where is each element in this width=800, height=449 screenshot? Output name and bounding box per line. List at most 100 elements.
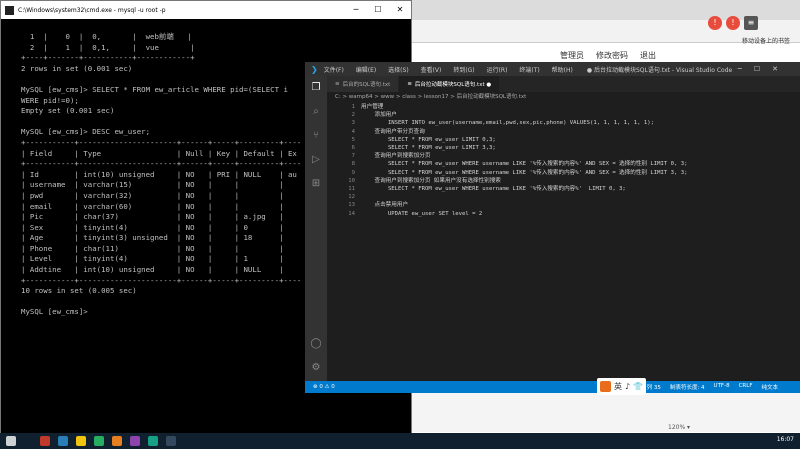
code-line[interactable]: 点击禁用用户 (361, 201, 687, 209)
code-line[interactable]: SELECT * FROM ew_user LIMIT 3,3; (361, 144, 687, 152)
ime-mode[interactable]: 英 (614, 381, 622, 392)
code-line[interactable]: SELECT * FROM ew_user WHERE username LIK… (361, 160, 688, 168)
problems-indicator[interactable]: ⊗ 0 ⚠ 0 (313, 384, 335, 390)
line-number: 13 (348, 202, 355, 209)
tab-sql-file[interactable]: ≡ 后台的SQL语句.txt (327, 76, 400, 92)
terminal-line: 1 | 0 | 0, | web前端 | (21, 32, 192, 41)
menu-icon[interactable]: ≡ (744, 16, 758, 30)
line-number: 10 (348, 177, 355, 184)
window-controls[interactable]: ─☐✕ (738, 65, 790, 73)
run-debug-icon[interactable]: ▷ (310, 154, 322, 166)
terminal-icon (5, 5, 14, 15)
activity-bar: ❐ ⌕ ⑂ ▷ ⊞ ◯ ⚙ (305, 76, 327, 381)
code-line[interactable]: 查询用户带分页查询 (361, 128, 687, 136)
menu-run[interactable]: 运行(R) (487, 67, 508, 74)
line-number: 6 (351, 145, 355, 152)
browser-tab-bar[interactable] (410, 0, 800, 20)
code-line[interactable]: SELECT * FROM ew_user LIMIT 0,3; (361, 136, 687, 144)
cmd-title: C:\Windows\system32\cmd.exe - mysql -u r… (18, 6, 166, 14)
red-circle-icon[interactable]: ! (726, 16, 740, 30)
app-icon[interactable] (112, 436, 122, 446)
indent-setting[interactable]: 制表符长度: 4 (670, 383, 705, 391)
nav-admin[interactable]: 管理员 (560, 50, 584, 61)
ime-toolbar[interactable]: 英 ♪ 👕 (597, 378, 647, 395)
line-number: 14 (348, 210, 355, 217)
code-line[interactable]: SELECT * FROM ew_user WHERE username LIK… (361, 169, 688, 177)
vscode-window: ❯ 文件(F) 编辑(E) 选择(S) 查看(V) 转到(G) 运行(R) 终端… (305, 62, 800, 393)
maximize-icon[interactable]: ☐ (367, 1, 389, 19)
app-icon[interactable] (148, 436, 158, 446)
menu-bar: 文件(F) 编辑(E) 选择(S) 查看(V) 转到(G) 运行(R) 终端(T… (324, 65, 583, 74)
line-number: 1 (351, 104, 355, 110)
bookmark-note: 移动设备上的书签 (742, 38, 791, 45)
app-icon[interactable] (40, 436, 50, 446)
gear-icon[interactable]: ⚙ (310, 362, 322, 374)
language-mode[interactable]: 纯文本 (761, 383, 778, 391)
sogou-logo-icon (600, 381, 611, 392)
line-number: 12 (348, 194, 355, 201)
file-icon: ≡ (407, 81, 412, 87)
line-numbers: 1 2 3 4 5 6 7 8 9 10 11 12 13 14 (327, 103, 355, 218)
window-title: ● 后台拉动截模块SQL语句.txt - Visual Studio Code (586, 66, 733, 74)
line-number: 3 (351, 120, 355, 127)
code-editor[interactable]: 1 2 3 4 5 6 7 8 9 10 11 12 13 14 用户管理 添加用户 INSERT INT… (327, 103, 800, 381)
line-number: 8 (351, 161, 355, 168)
code-line[interactable]: 查询用户到搜索加分页 如果用户没有选择性别搜索 (361, 177, 687, 185)
app-icon[interactable] (94, 436, 104, 446)
system-clock[interactable]: 16:07 (777, 436, 794, 443)
code-line[interactable]: 查询用户到搜索加分页 (361, 152, 687, 160)
browser-bottom-area (410, 392, 800, 432)
nav-logout[interactable]: 退出 (640, 50, 656, 61)
search-icon[interactable]: ⌕ (310, 106, 322, 118)
status-right: 行 14，列 35 制表符长度: 4 UTF-8 CRLF 纯文本 (627, 383, 778, 391)
menu-help[interactable]: 帮助(H) (552, 67, 573, 74)
cmd-title-bar[interactable]: C:\Windows\system32\cmd.exe - mysql -u r… (1, 1, 411, 19)
code-text[interactable]: 用户管理 添加用户 INSERT INTO ew_user(username,e… (361, 103, 687, 218)
app-icon[interactable] (130, 436, 140, 446)
source-control-icon[interactable]: ⑂ (310, 130, 322, 142)
code-line[interactable]: 用户管理 (361, 103, 687, 111)
line-number: 4 (351, 128, 355, 135)
red-circle-icon[interactable]: ! (708, 16, 722, 30)
folder-icon[interactable] (76, 436, 86, 446)
vscode-logo-icon: ❯ (311, 64, 318, 74)
encoding[interactable]: UTF-8 (714, 383, 730, 391)
menu-view[interactable]: 查看(V) (421, 67, 442, 74)
menu-selection[interactable]: 选择(S) (388, 67, 409, 74)
site-nav: 管理员 修改密码 退出 (560, 50, 800, 61)
vscode-title-bar[interactable]: ❯ 文件(F) 编辑(E) 选择(S) 查看(V) 转到(G) 运行(R) 终端… (305, 62, 800, 76)
terminal-line: 2 | 1 | 0,1, | vue | (21, 42, 195, 52)
menu-file[interactable]: 文件(F) (324, 67, 344, 74)
ime-moon-icon[interactable]: ♪ (625, 382, 630, 391)
app-icon[interactable] (58, 436, 68, 446)
line-ending[interactable]: CRLF (739, 383, 753, 391)
close-icon[interactable]: ✕ (389, 1, 411, 19)
status-bar: ⊗ 0 ⚠ 0 行 14，列 35 制表符长度: 4 UTF-8 CRLF 纯文… (305, 381, 800, 393)
ime-skin-icon[interactable]: 👕 (633, 382, 643, 391)
code-line[interactable]: SELECT * FROM ew_user WHERE username LIK… (361, 185, 687, 193)
line-number: 11 (348, 186, 355, 193)
extensions-icon[interactable]: ⊞ (310, 178, 322, 190)
code-line[interactable]: UPDATE ew_user SET level = 2 (361, 210, 687, 218)
menu-edit[interactable]: 编辑(E) (356, 67, 376, 74)
menu-goto[interactable]: 转到(G) (453, 67, 474, 74)
code-line[interactable]: INSERT INTO ew_user(username,email,pwd,s… (361, 119, 687, 127)
minimize-icon[interactable]: ─ (345, 1, 367, 19)
editor-tabs: ≡ 后台的SQL语句.txt ≡ 后台拉动截模块SQL语句.txt ● (327, 76, 800, 92)
zoom-level[interactable]: 120% ▾ (668, 424, 690, 431)
code-line[interactable] (361, 193, 687, 201)
menu-terminal[interactable]: 终端(T) (519, 67, 539, 74)
terminal-app-icon[interactable] (166, 436, 176, 446)
account-icon[interactable]: ◯ (310, 338, 322, 350)
line-number: 5 (351, 136, 355, 143)
breadcrumb[interactable]: C: > wamp64 > www > class > lesson17 > 后… (327, 92, 800, 103)
line-number: 2 (351, 112, 355, 119)
file-icon: ≡ (335, 81, 340, 87)
tab-active-file[interactable]: ≡ 后台拉动截模块SQL语句.txt ● (399, 76, 501, 92)
explorer-icon[interactable]: ❐ (310, 82, 322, 94)
line-number: 7 (351, 153, 355, 160)
line-number: 9 (351, 169, 355, 176)
code-line[interactable]: 添加用户 (361, 111, 687, 119)
windows-start-icon[interactable] (6, 436, 16, 446)
nav-change-password[interactable]: 修改密码 (596, 50, 628, 61)
